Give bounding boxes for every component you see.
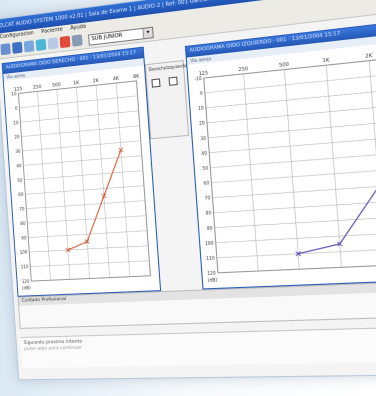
- x-tick-label: 2K: [93, 78, 100, 85]
- side-label-left-ear: Izquierdo: [166, 62, 187, 71]
- y-tick-label: 20: [199, 120, 206, 126]
- chart-left: 125 250 500 1K 2K 4K 8K -10 0 10 20 30 40 50 60 70 80 90 1…: [6, 68, 158, 294]
- patient-select[interactable]: SUB JUNIOR ▾: [88, 26, 154, 46]
- panel-left-ear: AUDIOGRAMA OIDO DERECHO · 001 · 13/01/20…: [1, 46, 162, 297]
- photo-stage: ELCAT AUDIO SYSTEM 1000 v2.01 | Sala de …: [0, 0, 376, 396]
- plot-frame: [18, 81, 150, 281]
- y-tick-label: 10: [198, 105, 205, 111]
- print-icon[interactable]: [47, 37, 59, 50]
- side-selector-panel: Derecho Izquierdo: [144, 59, 190, 140]
- y-tick-label: 80: [20, 221, 26, 226]
- x-tick-label: 8K: [133, 73, 140, 80]
- save-icon[interactable]: [23, 40, 35, 53]
- y-tick-label: 40: [16, 163, 22, 169]
- y-tick-label: 90: [21, 235, 27, 240]
- y-tick-label: -10: [194, 75, 202, 81]
- x-tick-label: 250: [238, 66, 248, 74]
- settings-icon[interactable]: [71, 34, 83, 47]
- x-tick-label: 250: [33, 84, 42, 91]
- y-tick-label: 50: [17, 177, 23, 182]
- footer-area: Siguiente proximo intento pulse aqui par…: [20, 324, 376, 369]
- x-tick-label: 1K: [73, 80, 79, 87]
- audiogram-left-svg[interactable]: 125 250 500 1K 2K 4K 8K-1001020304050607080901…: [6, 68, 156, 294]
- x-tick-label: 4K: [113, 75, 120, 82]
- y-tick-label: 70: [19, 206, 25, 211]
- x-tick-label: 500: [52, 82, 61, 89]
- panel-right-ear: AUDIOGRAMA OIDO IZQUIERDO · 001 · 13/01/…: [184, 13, 376, 290]
- y-tick-label: 120: [207, 270, 216, 276]
- y-tick-label: 10: [13, 120, 19, 126]
- y-axis-label: (dB): [207, 277, 218, 283]
- x-tick-label: 500: [279, 61, 290, 69]
- new-patient-icon[interactable]: [0, 43, 11, 56]
- y-tick-label: 110: [206, 255, 215, 261]
- x-tick-label: 1K: [322, 57, 330, 64]
- y-tick-label: -10: [10, 91, 17, 97]
- left-ear-checkbox[interactable]: [168, 76, 178, 86]
- chart-right: 1252505001K2K4K8K-1001020304050607080901…: [190, 37, 376, 286]
- y-tick-label: 60: [18, 192, 24, 197]
- y-tick-label: 120: [22, 279, 30, 284]
- y-tick-label: 70: [204, 195, 211, 201]
- side-label-right-ear: Derecho: [148, 65, 167, 73]
- y-tick-label: 110: [21, 264, 29, 269]
- open-folder-icon[interactable]: [12, 41, 23, 54]
- y-tick-label: 90: [207, 225, 214, 231]
- y-tick-label: 100: [205, 240, 214, 246]
- y-tick-label: 80: [206, 210, 213, 216]
- headphones-icon[interactable]: [35, 38, 47, 52]
- menu-item-ayuda[interactable]: Ayuda: [70, 24, 86, 32]
- y-axis-label: (dB): [22, 285, 31, 290]
- y-tick-label: 30: [15, 149, 21, 155]
- y-tick-label: 0: [200, 90, 204, 96]
- y-tick-label: 60: [203, 180, 210, 186]
- x-tick-label: 2K: [365, 52, 373, 60]
- patient-select-value: SUB JUNIOR: [91, 32, 123, 43]
- audiogram-right-svg[interactable]: 1252505001K2K4K8K-1001020304050607080901…: [190, 37, 376, 286]
- stop-icon[interactable]: [59, 35, 71, 49]
- y-tick-label: 30: [200, 135, 207, 141]
- y-tick-label: 0: [15, 105, 18, 110]
- y-tick-label: 20: [14, 134, 20, 140]
- y-tick-label: 40: [201, 150, 208, 156]
- y-tick-label: 100: [20, 250, 28, 256]
- y-tick-label: 50: [202, 165, 209, 171]
- app-window: ELCAT AUDIO SYSTEM 1000 v2.01 | Sala de …: [0, 0, 376, 381]
- right-ear-checkbox[interactable]: [151, 78, 161, 88]
- chevron-down-icon[interactable]: ▾: [142, 27, 153, 39]
